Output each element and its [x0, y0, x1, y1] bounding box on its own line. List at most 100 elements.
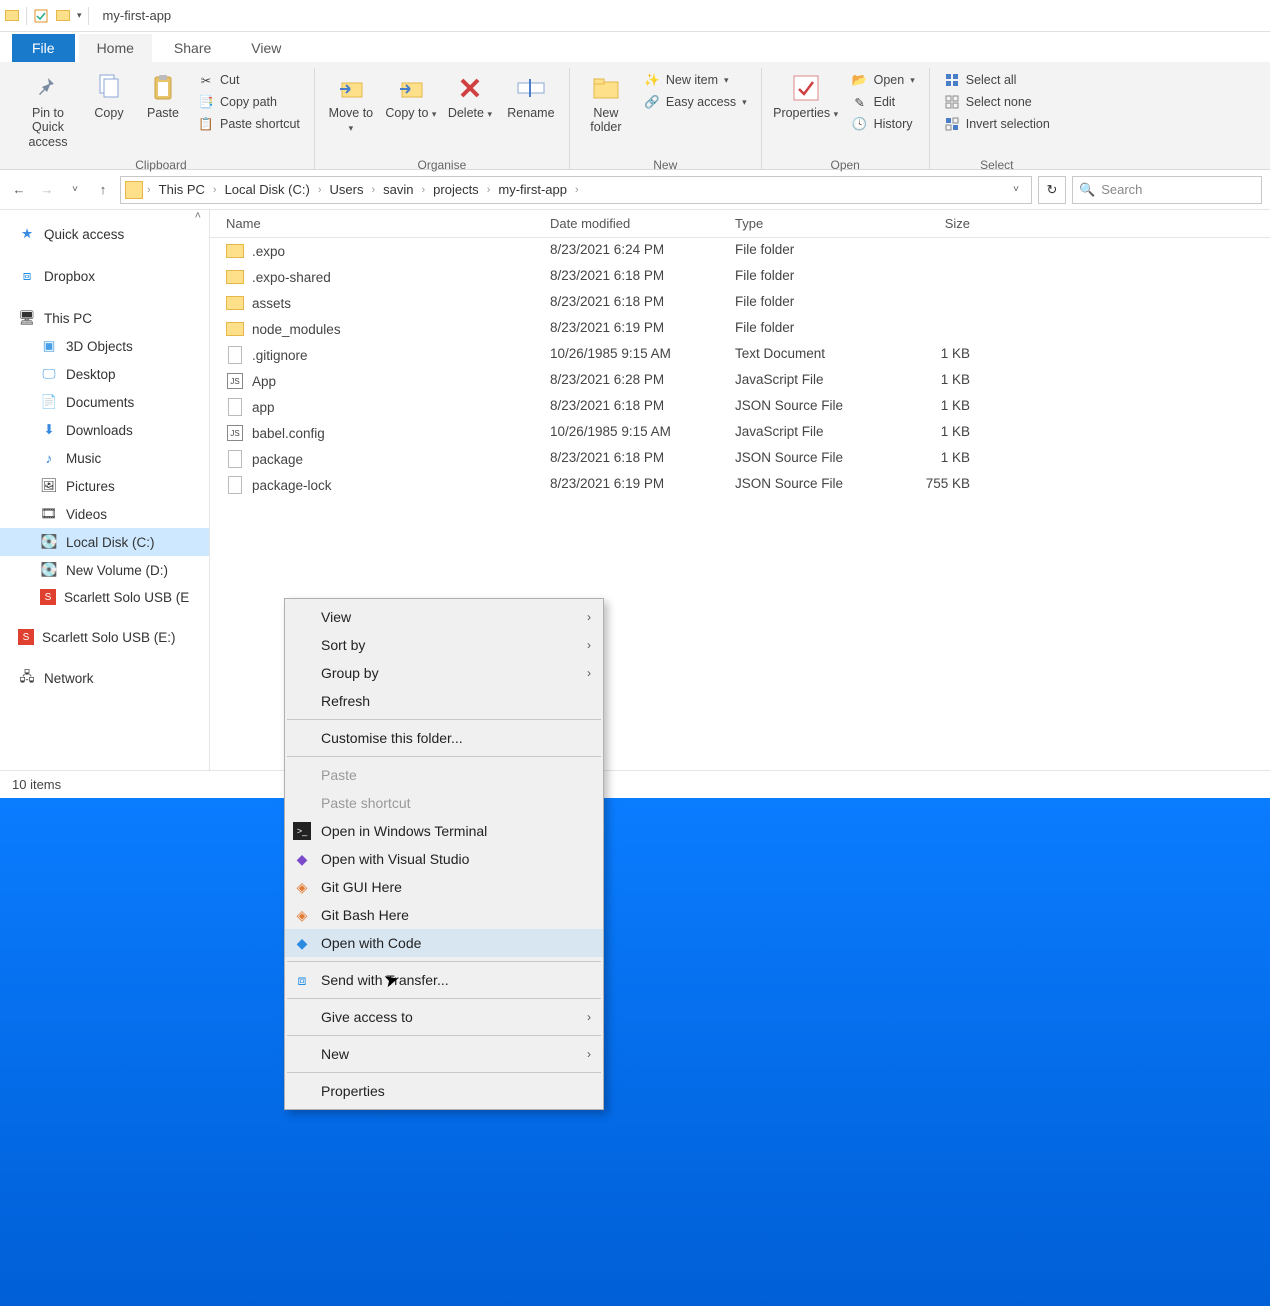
qat-folder-icon[interactable] [55, 8, 71, 24]
collapse-icon[interactable]: ˄ [195, 210, 201, 222]
file-row[interactable]: app8/23/2021 6:18 PMJSON Source File1 KB [210, 394, 1270, 420]
breadcrumb[interactable]: Local Disk (C:) [221, 180, 314, 199]
search-input[interactable]: 🔍 Search [1072, 176, 1262, 204]
nav-scarlett-1[interactable]: SScarlett Solo USB (E [0, 584, 209, 610]
paste-button[interactable]: Paste [138, 68, 188, 124]
breadcrumb[interactable]: my-first-app [494, 180, 571, 199]
cm-customise[interactable]: Customise this folder... [285, 724, 603, 752]
chevron-right-icon[interactable]: › [371, 184, 375, 196]
invert-selection-button[interactable]: Invert selection [940, 114, 1054, 134]
nav-scarlett-2[interactable]: SScarlett Solo USB (E:) [0, 624, 209, 650]
file-row[interactable]: JSApp8/23/2021 6:28 PMJavaScript File1 K… [210, 368, 1270, 394]
nav-downloads[interactable]: ⬇Downloads [0, 416, 209, 444]
group-label-select: Select [980, 154, 1013, 178]
address-dropdown-button[interactable]: ˅ [1005, 179, 1027, 201]
chevron-right-icon[interactable]: › [575, 184, 579, 196]
nav-pictures[interactable]: 🖼Pictures [0, 472, 209, 500]
new-item-button[interactable]: ✨New item ▾ [640, 70, 751, 90]
qat-properties-icon[interactable] [33, 8, 49, 24]
file-row[interactable]: .gitignore10/26/1985 9:15 AMText Documen… [210, 342, 1270, 368]
file-row[interactable]: node_modules8/23/2021 6:19 PMFile folder [210, 316, 1270, 342]
cm-give-access[interactable]: Give access to› [285, 1003, 603, 1031]
file-row[interactable]: package8/23/2021 6:18 PMJSON Source File… [210, 446, 1270, 472]
tab-home[interactable]: Home [79, 34, 152, 62]
cm-group-by[interactable]: Group by› [285, 659, 603, 687]
col-modified-header[interactable]: Date modified [550, 216, 735, 231]
file-row[interactable]: assets8/23/2021 6:18 PMFile folder [210, 290, 1270, 316]
forward-button[interactable]: → [36, 179, 58, 201]
cut-button[interactable]: ✂Cut [194, 70, 304, 90]
refresh-button[interactable]: ↻ [1038, 176, 1066, 204]
nav-documents[interactable]: 📄Documents [0, 388, 209, 416]
select-none-button[interactable]: Select none [940, 92, 1054, 112]
file-row[interactable]: JSbabel.config10/26/1985 9:15 AMJavaScri… [210, 420, 1270, 446]
copy-to-button[interactable]: Copy to ▾ [383, 68, 439, 124]
up-button[interactable]: ↑ [92, 179, 114, 201]
cm-git-bash[interactable]: ◈Git Bash Here [285, 901, 603, 929]
tab-share[interactable]: Share [156, 34, 229, 62]
cm-open-visual-studio[interactable]: ◆Open with Visual Studio [285, 845, 603, 873]
breadcrumb[interactable]: savin [379, 180, 417, 199]
copy-button[interactable]: Copy [84, 68, 134, 124]
copy-path-icon: 📑 [198, 94, 214, 110]
breadcrumb[interactable]: This PC [155, 180, 209, 199]
drive-icon: 💽 [40, 561, 58, 579]
cm-view[interactable]: View› [285, 603, 603, 631]
file-type: JSON Source File [735, 398, 890, 416]
chevron-right-icon[interactable]: › [421, 184, 425, 196]
address-bar[interactable]: › This PC › Local Disk (C:) › Users › sa… [120, 176, 1032, 204]
chevron-right-icon[interactable]: › [487, 184, 491, 196]
nav-quick-access[interactable]: ★Quick access [0, 220, 209, 248]
cm-refresh[interactable]: Refresh [285, 687, 603, 715]
cm-git-gui[interactable]: ◈Git GUI Here [285, 873, 603, 901]
col-type-header[interactable]: Type [735, 216, 890, 231]
new-folder-icon [590, 72, 622, 104]
delete-button[interactable]: Delete ▾ [443, 68, 497, 124]
file-row[interactable]: package-lock8/23/2021 6:19 PMJSON Source… [210, 472, 1270, 498]
nav-3d-objects[interactable]: ▣3D Objects [0, 332, 209, 360]
back-button[interactable]: ← [8, 179, 30, 201]
nav-videos[interactable]: 🎞Videos [0, 500, 209, 528]
open-button[interactable]: 📂Open ▾ [848, 70, 919, 90]
cm-properties[interactable]: Properties [285, 1077, 603, 1105]
nav-new-volume-d[interactable]: 💽New Volume (D:) [0, 556, 209, 584]
cm-open-with-code[interactable]: ◆Open with Code [285, 929, 603, 957]
history-button[interactable]: 🕓History [848, 114, 919, 134]
cm-open-terminal[interactable]: >_Open in Windows Terminal [285, 817, 603, 845]
breadcrumb[interactable]: Users [326, 180, 368, 199]
nav-desktop[interactable]: 🖵Desktop [0, 360, 209, 388]
nav-network[interactable]: 🖧Network [0, 664, 209, 692]
recent-locations-button[interactable]: ˅ [64, 179, 86, 201]
chevron-right-icon[interactable]: › [147, 184, 151, 196]
easy-access-button[interactable]: 🔗Easy access ▾ [640, 92, 751, 112]
col-size-header[interactable]: Size [890, 216, 980, 231]
edit-button[interactable]: ✎Edit [848, 92, 919, 112]
nav-music[interactable]: ♪Music [0, 444, 209, 472]
nav-dropbox[interactable]: ⧈Dropbox [0, 262, 209, 290]
nav-local-disk-c[interactable]: 💽Local Disk (C:) [0, 528, 209, 556]
qat-dropdown-icon[interactable]: ▾ [77, 10, 82, 21]
cm-paste-shortcut: Paste shortcut [285, 789, 603, 817]
properties-button[interactable]: Properties ▾ [770, 68, 842, 124]
select-all-button[interactable]: Select all [940, 70, 1054, 90]
nav-this-pc[interactable]: 🖥This PC [0, 304, 209, 332]
new-folder-button[interactable]: New folder [578, 68, 634, 139]
file-row[interactable]: .expo8/23/2021 6:24 PMFile folder [210, 238, 1270, 264]
rename-button[interactable]: Rename [501, 68, 561, 124]
file-row[interactable]: .expo-shared8/23/2021 6:18 PMFile folder [210, 264, 1270, 290]
cm-new[interactable]: New› [285, 1040, 603, 1068]
file-name: babel.config [252, 426, 325, 441]
tab-file[interactable]: File [12, 34, 75, 62]
move-to-button[interactable]: Move to ▾ [323, 68, 379, 139]
cm-sort-by[interactable]: Sort by› [285, 631, 603, 659]
pin-to-quick-access-button[interactable]: Pin to Quick access [16, 68, 80, 153]
chevron-right-icon[interactable]: › [213, 184, 217, 196]
cm-send-transfer[interactable]: ⧈Send with Transfer... [285, 966, 603, 994]
breadcrumb[interactable]: projects [429, 180, 483, 199]
paste-shortcut-button[interactable]: 📋Paste shortcut [194, 114, 304, 134]
chevron-right-icon[interactable]: › [318, 184, 322, 196]
folder-icon [226, 320, 244, 338]
tab-view[interactable]: View [233, 34, 299, 62]
copy-path-button[interactable]: 📑Copy path [194, 92, 304, 112]
col-name-header[interactable]: Name [210, 216, 550, 231]
